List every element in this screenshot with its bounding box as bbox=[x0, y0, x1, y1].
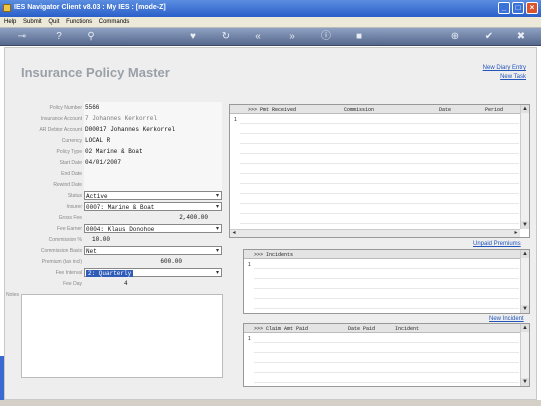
status-bar bbox=[0, 400, 541, 406]
close-icon[interactable]: ✖ bbox=[514, 30, 528, 44]
fee-interval-label: Fee Interval bbox=[55, 270, 82, 276]
app-icon bbox=[3, 4, 11, 12]
policy-number-label: Policy Number bbox=[49, 105, 82, 111]
key-icon[interactable]: ⊸ bbox=[12, 30, 32, 44]
info-icon[interactable]: ⓘ bbox=[319, 30, 333, 44]
stop-icon[interactable]: ■ bbox=[352, 30, 366, 44]
insurer-select[interactable]: 0007: Marine & Boat bbox=[84, 202, 222, 212]
menu-bar: Help Submit Quit Functions Commands bbox=[0, 17, 541, 28]
window-titlebar: IES Navigator Client v8.03 : My IES : [m… bbox=[0, 0, 541, 17]
scroll-up-icon[interactable]: ▲ bbox=[521, 105, 529, 113]
row-number: 1 bbox=[248, 336, 251, 342]
new-task-link[interactable]: New Task bbox=[483, 73, 526, 82]
menu-commands[interactable]: Commands bbox=[99, 19, 130, 25]
start-date-label: Start Date bbox=[59, 160, 82, 166]
policy-type-label: Policy Type bbox=[56, 149, 82, 155]
claims-grid: >>> Claim Amt Paid Date Paid Incident 1 … bbox=[243, 323, 530, 387]
row-number: 1 bbox=[248, 262, 251, 268]
refresh-icon[interactable]: ↻ bbox=[219, 30, 233, 44]
end-date-label: End Date bbox=[61, 171, 82, 177]
close-window-icon[interactable]: × bbox=[526, 2, 538, 14]
col-date-paid[interactable]: Date Paid bbox=[348, 326, 375, 332]
end-date-field[interactable] bbox=[84, 169, 222, 178]
fee-earner-label: Fee Earner bbox=[56, 226, 82, 232]
col-period[interactable]: Period bbox=[485, 107, 503, 113]
currency-field[interactable]: LOCAL R bbox=[84, 136, 222, 145]
gross-fee-field[interactable]: 2,400.00 bbox=[84, 213, 222, 222]
search-icon[interactable]: ⚲ bbox=[84, 30, 98, 44]
commission-basis-select[interactable]: Net bbox=[84, 246, 222, 256]
window-title: IES Navigator Client v8.03 : My IES : [m… bbox=[14, 4, 166, 11]
claims-vscroll[interactable]: ▲ ▼ bbox=[520, 324, 529, 386]
col-incidents[interactable]: >>> Incidents bbox=[254, 252, 293, 258]
premium-label: Premium (tax incl) bbox=[41, 259, 82, 265]
side-dock bbox=[0, 356, 4, 400]
fee-day-field[interactable]: 4 bbox=[84, 279, 222, 288]
commission-basis-label: Commission Basis bbox=[40, 248, 82, 254]
col-date[interactable]: Date bbox=[439, 107, 451, 113]
policy-master-panel: Insurance Policy Master New Diary Entry … bbox=[4, 47, 537, 400]
policy-number-field[interactable]: 5566 bbox=[84, 103, 222, 112]
ar-debtor-account-field[interactable]: D00017 Johannes Kerkorrel bbox=[84, 125, 222, 134]
maximize-icon[interactable]: □ bbox=[512, 2, 524, 14]
scroll-left-icon[interactable]: ◂ bbox=[230, 230, 238, 237]
col-claim-amt-paid[interactable]: >>> Claim Amt Paid bbox=[254, 326, 308, 332]
col-incident[interactable]: Incident bbox=[395, 326, 419, 332]
policy-type-field[interactable]: 02 Marine & Boat bbox=[84, 147, 222, 156]
scroll-up-icon[interactable]: ▲ bbox=[521, 250, 529, 258]
scroll-right-icon[interactable]: ▸ bbox=[512, 230, 520, 237]
insurance-account-label: Insurance Account bbox=[40, 116, 82, 122]
menu-help[interactable]: Help bbox=[4, 19, 16, 25]
unpaid-premiums-link[interactable]: Unpaid Premiums bbox=[473, 240, 521, 249]
scroll-down-icon[interactable]: ▼ bbox=[521, 378, 529, 386]
heart-icon[interactable]: ♥ bbox=[186, 30, 200, 44]
fee-interval-select[interactable]: 2: Quarterly bbox=[84, 268, 222, 278]
col-pmt-received[interactable]: >>> Pmt Received bbox=[248, 107, 296, 113]
premium-field[interactable]: 600.00 bbox=[84, 257, 222, 266]
row-number: 1 bbox=[234, 117, 237, 123]
check-icon[interactable]: ✔ bbox=[482, 30, 496, 44]
menu-submit[interactable]: Submit bbox=[23, 19, 42, 25]
incidents-vscroll[interactable]: ▲ ▼ bbox=[520, 250, 529, 313]
page-title: Insurance Policy Master bbox=[21, 65, 170, 80]
fee-earner-select[interactable]: 0004: Klaus Donohoe bbox=[84, 224, 222, 234]
gross-fee-label: Gross Fee bbox=[58, 215, 82, 221]
col-commission[interactable]: Commission bbox=[344, 107, 374, 113]
status-label: Status bbox=[67, 193, 82, 199]
rewind-date-field[interactable] bbox=[84, 180, 222, 189]
menu-functions[interactable]: Functions bbox=[66, 19, 92, 25]
minimize-icon[interactable]: _ bbox=[498, 2, 510, 14]
toolbar: ⊸ ? ⚲ ♥ ↻ « » ⓘ ■ ⊕ ✔ ✖ bbox=[0, 28, 541, 46]
premiums-vscroll[interactable]: ▲ ▼ bbox=[520, 105, 529, 229]
currency-label: Currency bbox=[61, 138, 82, 144]
commission-pct-field[interactable]: 10.00 bbox=[84, 235, 222, 244]
new-diary-entry-link[interactable]: New Diary Entry bbox=[483, 64, 526, 73]
fast-forward-icon[interactable]: » bbox=[285, 30, 299, 44]
menu-quit[interactable]: Quit bbox=[48, 19, 59, 25]
rewind-date-label: Rewind Date bbox=[53, 182, 82, 188]
add-icon[interactable]: ⊕ bbox=[448, 30, 462, 44]
help-icon[interactable]: ? bbox=[52, 30, 66, 44]
scroll-down-icon[interactable]: ▼ bbox=[521, 305, 529, 313]
rewind-icon[interactable]: « bbox=[251, 30, 265, 44]
scroll-down-icon[interactable]: ▼ bbox=[521, 221, 529, 229]
fee-day-label: Fee Day bbox=[63, 281, 82, 287]
fee-interval-value: 2: Quarterly bbox=[86, 270, 134, 277]
status-select[interactable]: Active bbox=[84, 191, 222, 201]
notes-textarea[interactable] bbox=[21, 294, 223, 378]
premiums-hscroll[interactable]: ◂ ▸ bbox=[230, 229, 520, 237]
scroll-up-icon[interactable]: ▲ bbox=[521, 324, 529, 332]
commission-pct-label: Commission % bbox=[48, 237, 82, 243]
ar-debtor-account-label: AR Debtor Account bbox=[39, 127, 82, 133]
insurer-label: Insurer bbox=[66, 204, 82, 210]
start-date-field[interactable]: 04/01/2007 bbox=[84, 158, 222, 167]
insurance-account-field[interactable]: 7 Johannes Kerkorrel bbox=[84, 114, 222, 123]
premiums-grid: >>> Pmt Received Commission Date Period … bbox=[229, 104, 530, 238]
incidents-grid: >>> Incidents 1 ▲ ▼ bbox=[243, 249, 530, 314]
